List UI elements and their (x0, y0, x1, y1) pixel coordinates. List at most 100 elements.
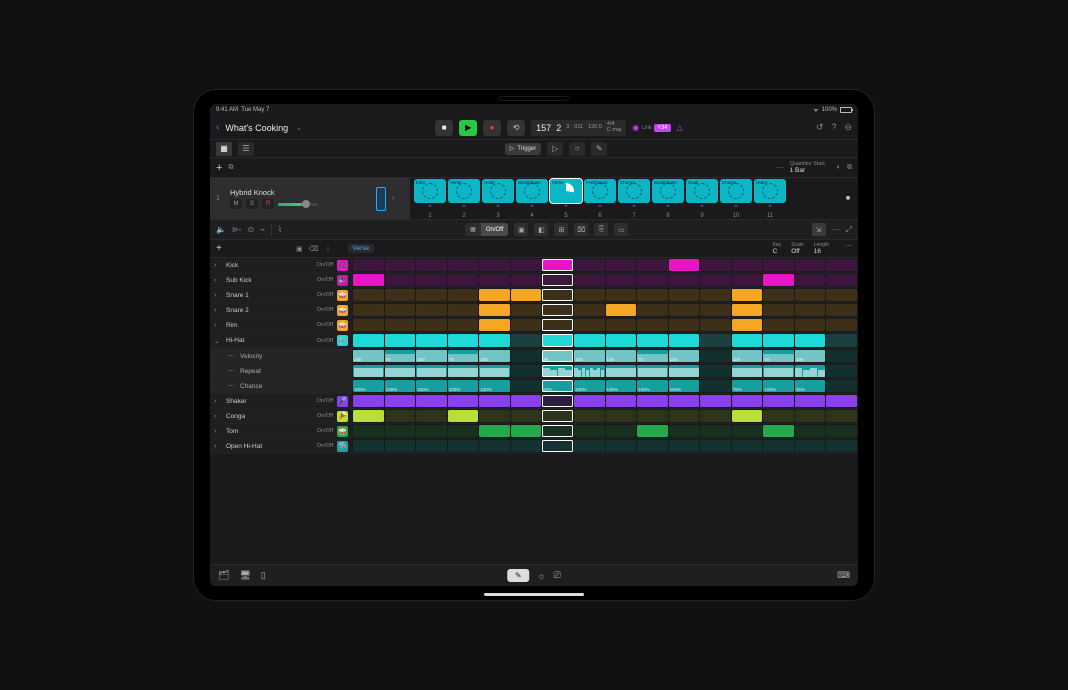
step-cell[interactable] (479, 334, 510, 347)
step-cell[interactable] (606, 259, 637, 271)
step-cell[interactable] (542, 410, 573, 422)
step-cell[interactable] (448, 365, 479, 377)
step-cell[interactable] (574, 259, 605, 271)
step-cell[interactable] (385, 410, 416, 422)
step-cell[interactable]: 100% (416, 380, 447, 392)
help-icon[interactable]: ? (831, 122, 836, 133)
step-cell[interactable] (732, 410, 763, 422)
step-cell[interactable] (385, 425, 416, 437)
step-cell[interactable] (542, 319, 573, 331)
step-cell[interactable] (826, 334, 857, 347)
notes-icon[interactable]: ▯ (261, 570, 266, 581)
row-instrument-icon[interactable]: 🥁 (337, 305, 348, 316)
step-cell[interactable] (574, 304, 605, 316)
step-cell[interactable] (416, 259, 447, 271)
step-cell[interactable] (732, 425, 763, 437)
link-icon[interactable]: ◉ (632, 123, 639, 132)
row-header[interactable]: ›ShakerOn/Off🎤 (210, 394, 352, 408)
row-disclosure-icon[interactable]: › (214, 398, 222, 405)
step-cell[interactable] (637, 289, 668, 301)
tool-1[interactable]: ▣ (514, 223, 528, 236)
step-cell[interactable] (353, 410, 384, 422)
edit-button[interactable]: ✎ (591, 142, 607, 156)
step-cell[interactable] (416, 410, 447, 422)
step-cell[interactable] (669, 410, 700, 422)
step-cell[interactable] (637, 334, 668, 347)
step-cell[interactable] (732, 334, 763, 347)
step-cell[interactable] (669, 395, 700, 407)
step-cell[interactable] (795, 259, 826, 271)
step-cell[interactable] (416, 319, 447, 331)
step-cell[interactable] (700, 350, 731, 362)
step-cell[interactable] (416, 334, 447, 347)
step-cell[interactable] (511, 319, 542, 331)
scene-cell[interactable]: Breakdown⌃4 (516, 179, 548, 219)
step-cell[interactable] (795, 365, 826, 377)
row-onoff[interactable]: On/Off (317, 262, 333, 268)
step-cell[interactable] (385, 395, 416, 407)
mute-button[interactable]: M (230, 199, 242, 209)
step-cell[interactable] (700, 334, 731, 347)
row-onoff[interactable]: On/Off (317, 292, 333, 298)
step-cell[interactable] (511, 289, 542, 301)
step-cell[interactable] (574, 289, 605, 301)
step-cell[interactable] (795, 425, 826, 437)
step-cell[interactable] (826, 410, 857, 422)
step-cell[interactable] (416, 440, 447, 452)
row-instrument-icon[interactable]: 🥁 (337, 426, 348, 437)
step-cell[interactable] (448, 304, 479, 316)
row-disclosure-icon[interactable]: › (214, 307, 222, 314)
step-cell[interactable] (511, 425, 542, 437)
row-disclosure-icon[interactable]: › (214, 262, 222, 269)
step-cell[interactable] (700, 440, 731, 452)
step-cell[interactable]: 100 (669, 350, 700, 362)
step-cell[interactable] (448, 440, 479, 452)
step-cell[interactable] (574, 319, 605, 331)
step-cell[interactable] (700, 410, 731, 422)
step-cell[interactable] (574, 395, 605, 407)
step-cell[interactable] (763, 319, 794, 331)
step-cell[interactable] (826, 304, 857, 316)
row-header[interactable]: ›TomOn/Off🥁 (210, 424, 352, 438)
row-header[interactable]: ›KickOn/Off🎧 (210, 258, 352, 272)
metronome-icon[interactable]: △ (677, 123, 683, 132)
step-cell[interactable] (479, 410, 510, 422)
step-cell[interactable] (637, 259, 668, 271)
step-cell[interactable] (700, 380, 731, 392)
step-cell[interactable] (574, 440, 605, 452)
step-cell[interactable] (511, 365, 542, 377)
row-onoff[interactable]: On/Off (317, 428, 333, 434)
step-cell[interactable] (763, 259, 794, 271)
step-cell[interactable] (637, 365, 668, 377)
project-menu-chevron-icon[interactable]: ⌄ (296, 124, 302, 132)
step-cell[interactable] (479, 395, 510, 407)
step-cell[interactable] (385, 259, 416, 271)
step-cell[interactable] (637, 410, 668, 422)
row-instrument-icon[interactable]: 🔈 (337, 275, 348, 286)
step-cell[interactable]: 100 (353, 350, 384, 362)
row-disclosure-icon[interactable]: › (214, 322, 222, 329)
step-cell[interactable] (448, 259, 479, 271)
step-cell[interactable] (637, 274, 668, 286)
step-cell[interactable] (542, 259, 573, 271)
step-cell[interactable]: 100 (732, 350, 763, 362)
step-cell[interactable] (669, 365, 700, 377)
row-header[interactable]: ⋯Velocity (210, 349, 352, 363)
step-cell[interactable] (669, 289, 700, 301)
row-onoff[interactable]: On/Off (317, 277, 333, 283)
input-icon[interactable]: ⊳◦ (232, 225, 242, 234)
list-view-button[interactable]: ☰ (238, 142, 254, 156)
step-cell[interactable] (511, 410, 542, 422)
step-cell[interactable] (353, 259, 384, 271)
scale-picker[interactable]: Scale Off (791, 242, 804, 255)
step-cell[interactable] (542, 289, 573, 301)
step-cell[interactable]: 100 (795, 350, 826, 362)
step-cell[interactable] (763, 425, 794, 437)
step-cell[interactable] (669, 304, 700, 316)
brush-icon[interactable]: ⌁ (260, 225, 265, 234)
step-cell[interactable] (385, 289, 416, 301)
onoff-segment[interactable]: ▦ On/Off (465, 223, 508, 236)
step-cell[interactable] (700, 319, 731, 331)
step-cell[interactable] (669, 319, 700, 331)
sampler-icon[interactable]: 🖥 (239, 570, 250, 581)
